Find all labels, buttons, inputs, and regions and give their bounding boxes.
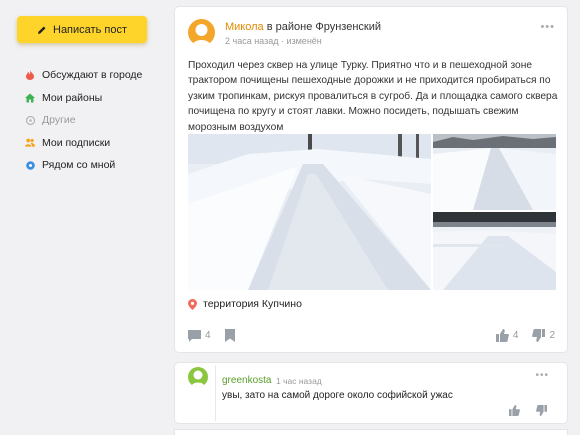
sidebar-item-label: Мои районы [42, 91, 103, 104]
post-actions-left: 4 [188, 329, 235, 342]
post-photo-2[interactable] [433, 134, 556, 210]
post-actions-right: 4 2 [495, 329, 555, 342]
avatar[interactable] [188, 19, 215, 46]
sidebar-item-nearby[interactable]: Рядом со мной [25, 154, 142, 177]
post-photo-main[interactable] [188, 134, 431, 290]
comment-author-link[interactable]: greenkosta [222, 375, 271, 386]
comment-more-icon[interactable]: ••• [535, 370, 549, 381]
post-location-label: территория Купчино [203, 298, 302, 310]
pencil-icon [38, 26, 46, 34]
post-meta: 2 часа назад · изменён [225, 36, 322, 46]
dislikes-count: 2 [549, 330, 555, 341]
comment-actions [509, 405, 547, 416]
post-author-link[interactable]: Микола [225, 21, 264, 33]
comments-count: 4 [205, 330, 211, 341]
post-time[interactable]: 2 часа назад [225, 36, 278, 46]
comment-time: 1 час назад [276, 376, 322, 386]
comment-avatar[interactable] [188, 367, 208, 387]
location-dot-icon [25, 160, 35, 170]
write-post-button[interactable]: Написать пост [17, 16, 147, 43]
user-silhouette-icon [192, 24, 211, 46]
bookmark-icon[interactable] [224, 329, 235, 342]
comment-icon[interactable] [188, 329, 201, 342]
sidebar-item-my-districts[interactable]: Мои районы [25, 87, 142, 110]
post-area[interactable]: в районе Фрунзенский [267, 21, 381, 33]
user-silhouette-icon [191, 370, 205, 387]
sidebar-item-label: Мои подписки [42, 136, 111, 149]
snowy-path-photo [433, 134, 556, 210]
sidebar-item-my-subscriptions[interactable]: Мои подписки [25, 132, 142, 155]
snowy-path-photo [188, 134, 431, 290]
people-icon [25, 138, 35, 148]
likes-count: 4 [512, 330, 519, 341]
snowy-path-photo [433, 212, 556, 290]
sidebar-item-label: Рядом со мной [42, 159, 116, 172]
post-photo-3[interactable] [433, 212, 556, 290]
fire-icon [25, 70, 35, 81]
thumbs-up-icon[interactable] [509, 405, 520, 416]
post-text: Проходил через сквер на улице Турку. При… [188, 60, 558, 133]
home-icon [25, 93, 35, 103]
more-menu-icon[interactable]: ••• [540, 21, 555, 33]
sidebar-item-label: Другие [42, 114, 76, 127]
map-pin-icon [188, 298, 197, 310]
sidebar-item-label: Обсуждают в городе [42, 69, 143, 82]
next-card-edge [175, 430, 567, 435]
post-card: Микола в районе Фрунзенский 2 часа назад… [175, 7, 567, 352]
comment-card: greenkosta 1 час назад увы, зато на само… [175, 363, 567, 423]
post-header: Микола в районе Фрунзенский [225, 21, 381, 33]
sidebar: Написать пост Обсуждают в городе Мои рай… [0, 0, 175, 435]
comment-text: увы, зато на самой дороге около софийско… [222, 390, 453, 401]
post-location[interactable]: территория Купчино [188, 298, 302, 310]
post-photos [188, 134, 556, 290]
circle-plus-icon [25, 115, 35, 125]
sidebar-item-city-discussions[interactable]: Обсуждают в городе [25, 64, 142, 87]
thumbs-down-icon[interactable] [532, 329, 546, 342]
sidebar-item-others[interactable]: Другие [25, 109, 142, 132]
post-edited: изменён [286, 36, 322, 46]
write-post-label: Написать пост [53, 23, 127, 36]
sidebar-nav: Обсуждают в городе Мои районы Другие Мои… [25, 64, 142, 177]
thumbs-down-icon[interactable] [536, 405, 547, 416]
thumbs-up-icon[interactable] [495, 329, 509, 342]
